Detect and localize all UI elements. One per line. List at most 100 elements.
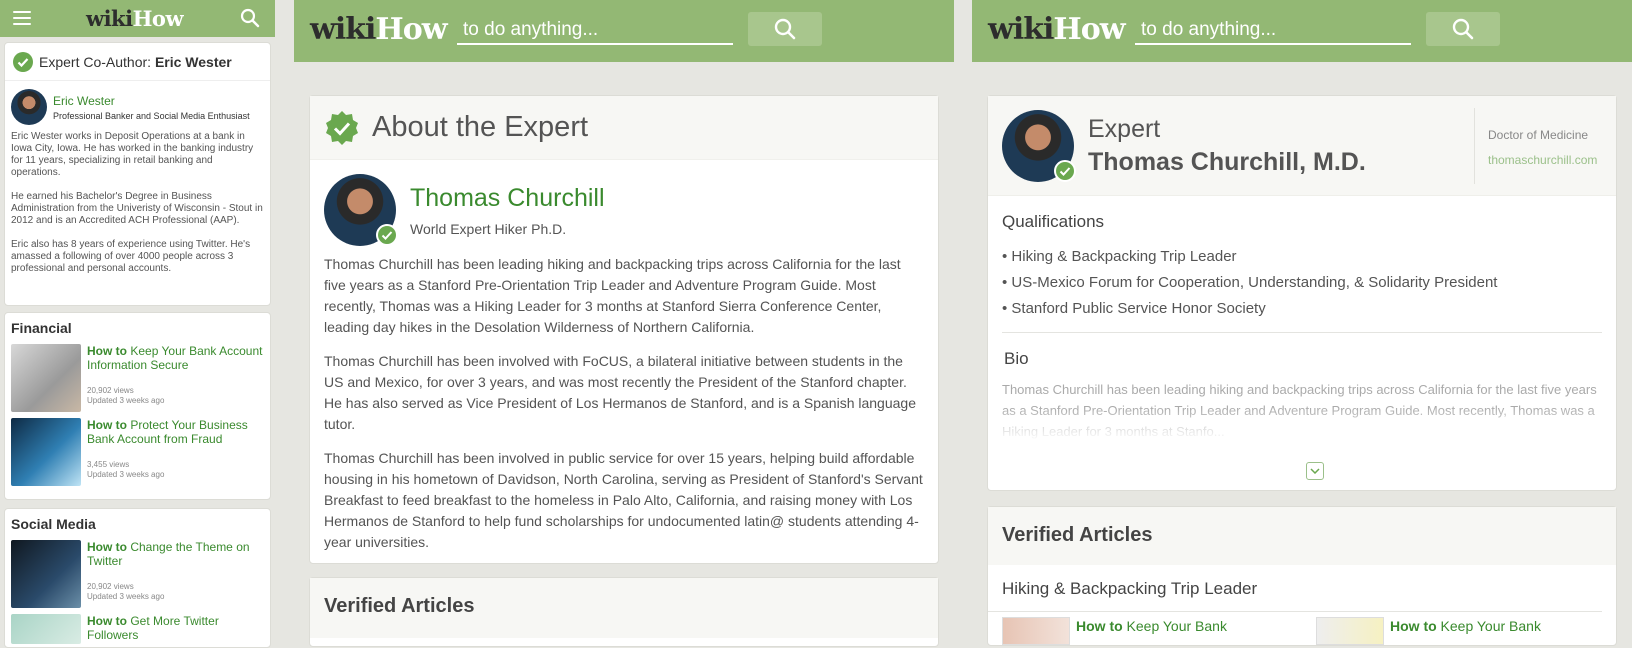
article-title[interactable]: How to Protect Your Business Bank Accoun… <box>87 418 264 446</box>
about-expert-card: About the Expert Thomas Churchill World … <box>309 95 939 564</box>
desktop-expert-panel: wikiHow to do anything... Expert Thomas … <box>972 0 1632 646</box>
article-thumbnail[interactable] <box>11 344 81 412</box>
avatar[interactable] <box>324 174 398 246</box>
search-icon <box>1452 18 1474 40</box>
website-link[interactable]: thomaschurchill.com <box>1488 153 1597 167</box>
article-item[interactable]: How to Protect Your Business Bank Accoun… <box>5 418 270 486</box>
degree-text: Doctor of Medicine <box>1488 128 1589 142</box>
logo-wiki: wiki <box>86 6 133 31</box>
updated-date: Updated 3 weeks ago <box>87 470 165 479</box>
avatar[interactable] <box>1002 109 1076 182</box>
qualifications-list: • Hiking & Backpacking Trip Leader • US-… <box>988 244 1616 322</box>
expert-label: Expert <box>1088 114 1161 143</box>
search-button[interactable] <box>1426 12 1500 46</box>
verified-heading: Verified Articles <box>988 507 1616 565</box>
bio-paragraph: Eric also has 8 years of experience usin… <box>11 239 251 274</box>
expert-subtitle: World Expert Hiker Ph.D. <box>410 220 567 237</box>
wikihow-logo[interactable]: wikiHow <box>988 12 1126 47</box>
wikihow-logo[interactable]: wikiHow <box>86 6 184 31</box>
updated-date: Updated 3 weeks ago <box>87 396 165 405</box>
expand-bio-button[interactable] <box>1306 462 1324 480</box>
bio-text: Thomas Churchill has been leading hiking… <box>988 379 1616 441</box>
article-meta: 20,902 views Updated 3 weeks ago <box>87 582 264 602</box>
divider <box>1002 332 1602 333</box>
verified-articles-card: Verified Articles Hiking & Backpacking T… <box>987 506 1617 646</box>
about-heading: About the Expert <box>372 111 589 143</box>
article-title[interactable]: How to Keep Your Bank Account Informatio… <box>87 344 264 372</box>
article-thumbnail[interactable] <box>11 614 81 644</box>
bio-paragraph: He earned his Bachelor's Degree in Busin… <box>11 191 263 226</box>
expert-profile: Thomas Churchill World Expert Hiker Ph.D… <box>310 160 938 254</box>
article-item[interactable]: How to Change the Theme on Twitter 20,90… <box>5 540 270 608</box>
article-thumbnail[interactable] <box>1002 617 1070 645</box>
updated-date: Updated 3 weeks ago <box>87 592 165 601</box>
mobile-header: wikiHow <box>0 0 275 37</box>
verified-check-icon <box>376 224 398 246</box>
bio-heading: Bio <box>1004 349 1029 368</box>
how-to-prefix: How to <box>87 614 127 628</box>
logo-how: How <box>132 6 184 31</box>
avatar[interactable] <box>11 89 47 125</box>
bio-paragraph: Thomas Churchill has been leading hiking… <box>324 256 901 335</box>
article-title[interactable]: How to Keep Your Bank <box>1076 618 1227 634</box>
qualifications-heading: Qualifications <box>1002 212 1105 231</box>
about-header: About the Expert <box>310 96 938 160</box>
views-count: 20,902 views <box>87 582 134 591</box>
search-input[interactable]: to do anything... <box>457 18 733 45</box>
verified-article-item[interactable]: How to Keep Your Bank <box>1002 617 1227 645</box>
article-item[interactable]: How to Get More Twitter Followers <box>5 614 270 644</box>
verified-article-item[interactable]: How to Keep Your Bank <box>1316 617 1541 645</box>
logo-wiki: wiki <box>310 12 376 47</box>
coauthor-person: Eric Wester Professional Banker and Soci… <box>5 81 270 131</box>
desktop-about-panel: wikiHow to do anything... About the Expe… <box>294 0 954 647</box>
person-title: Professional Banker and Social Media Ent… <box>53 110 250 121</box>
chevron-down-icon <box>1310 468 1320 474</box>
section-title: Financial <box>11 320 72 336</box>
site-header: wikiHow to do anything... <box>294 0 954 62</box>
article-title[interactable]: How to Change the Theme on Twitter <box>87 540 264 568</box>
article-meta: 3,455 views Updated 3 weeks ago <box>87 460 264 480</box>
expert-bio: Thomas Churchill has been leading hiking… <box>310 254 938 553</box>
hamburger-menu-icon[interactable] <box>13 11 31 25</box>
section-title: Social Media <box>11 516 96 532</box>
mobile-panel: wikiHow Expert Co-Author: Eric Wester Er… <box>0 0 275 648</box>
article-thumbnail[interactable] <box>1316 617 1384 645</box>
qualification-item: • Stanford Public Service Honor Society <box>1002 300 1266 317</box>
coauthor-card: Expert Co-Author: Eric Wester Eric Weste… <box>4 42 271 306</box>
logo-how: How <box>1053 12 1125 47</box>
article-title[interactable]: How to Keep Your Bank <box>1390 618 1541 634</box>
site-header: wikiHow to do anything... <box>972 0 1632 62</box>
views-count: 20,902 views <box>87 386 134 395</box>
article-item[interactable]: How to Keep Your Bank Account Informatio… <box>5 344 270 412</box>
bio-paragraph: Thomas Churchill has been involved in pu… <box>324 450 923 550</box>
verified-seal-icon <box>326 110 358 145</box>
how-to-prefix: How to <box>87 540 127 554</box>
coauthor-header: Expert Co-Author: Eric Wester <box>5 43 270 81</box>
search-button[interactable] <box>748 12 822 46</box>
coauthor-name: Eric Wester <box>154 53 232 70</box>
wikihow-logo[interactable]: wikiHow <box>310 12 448 47</box>
article-title-text: Keep Your Bank <box>1440 618 1541 634</box>
checkmark-badge-icon <box>13 51 33 72</box>
article-thumbnail[interactable] <box>11 540 81 608</box>
logo-wiki: wiki <box>988 12 1054 47</box>
expert-credentials: Doctor of Medicine thomaschurchill.com <box>1474 108 1597 184</box>
expert-name: Thomas Churchill <box>410 183 605 212</box>
search-icon[interactable] <box>240 8 260 28</box>
expert-name: Thomas Churchill, M.D. <box>1088 147 1366 176</box>
section-financial: Financial How to Keep Your Bank Account … <box>4 312 271 500</box>
expert-header: Expert Thomas Churchill, M.D. Doctor of … <box>988 96 1616 196</box>
person-name[interactable]: Eric Wester <box>53 94 250 108</box>
search-input[interactable]: to do anything... <box>1135 18 1411 45</box>
qualification-item: • Hiking & Backpacking Trip Leader <box>1002 248 1237 265</box>
views-count: 3,455 views <box>87 460 130 469</box>
article-thumbnail[interactable] <box>11 418 81 486</box>
section-social-media: Social Media How to Change the Theme on … <box>4 508 271 648</box>
verified-heading: Verified Articles <box>310 578 938 638</box>
how-to-prefix: How to <box>87 344 127 358</box>
bio-paragraph: Thomas Churchill has been involved with … <box>324 353 916 432</box>
verified-category: Hiking & Backpacking Trip Leader <box>988 565 1602 612</box>
logo-how: How <box>375 12 447 47</box>
search-icon <box>774 18 796 40</box>
expert-card: Expert Thomas Churchill, M.D. Doctor of … <box>987 95 1617 491</box>
